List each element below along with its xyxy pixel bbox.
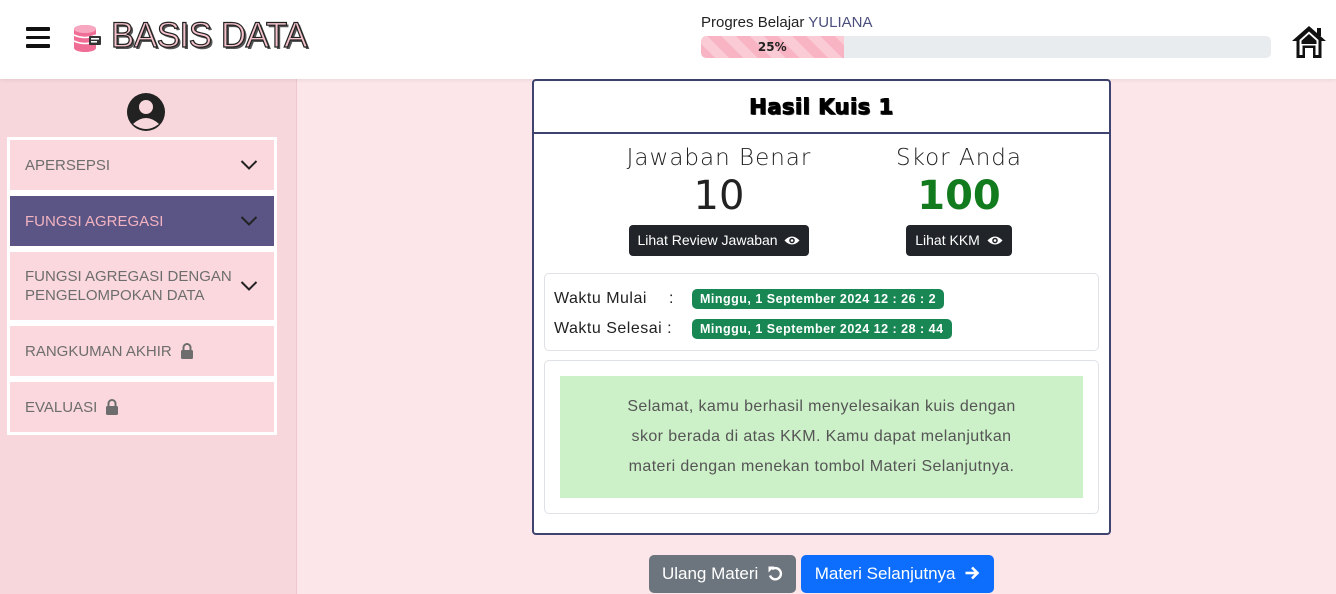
progress-fill: 25% [701, 36, 844, 58]
eye-icon [784, 236, 800, 245]
brand-title: BASIS DATA [110, 15, 308, 55]
rotate-left-icon [768, 566, 783, 581]
score-stat: Skor Anda 100 Lihat KKM [849, 143, 1069, 256]
end-time-label: Waktu Selesai : [554, 320, 673, 337]
user-avatar-icon[interactable] [126, 92, 166, 132]
lock-icon [106, 399, 119, 415]
score-label: Skor Anda [896, 145, 1022, 171]
user-name: YULIANA [808, 14, 873, 31]
score-value: 100 [917, 173, 1001, 219]
sidebar-item-rangkuman-akhir[interactable]: RANGKUMAN AKHIR [10, 326, 274, 376]
progress-bar: 25% [701, 36, 1271, 58]
lock-icon [180, 343, 193, 359]
sidebar-item-fungsi-agregasi-pengelompokan[interactable]: FUNGSI AGREGASI DENGAN PENGELOMPOKAN DAT… [10, 252, 274, 320]
sidebar: APERSEPSI FUNGSI AGREGASI FUNGSI AGREGAS… [0, 79, 297, 594]
sidebar-item-apersepsi[interactable]: APERSEPSI [10, 140, 274, 190]
view-kkm-label: Lihat KKM [915, 232, 980, 248]
repeat-material-button[interactable]: Ulang Materi [649, 555, 796, 593]
start-time-badge: Minggu, 1 September 2024 12 : 26 : 2 [692, 289, 945, 309]
quiz-result-card: Hasil Kuis 1 Jawaban Benar 10 Lihat Revi… [532, 79, 1111, 535]
sidebar-item-fungsi-agregasi[interactable]: FUNGSI AGREGASI [10, 196, 274, 246]
eye-icon [987, 236, 1003, 245]
next-material-button[interactable]: Materi Selanjutnya [801, 555, 994, 593]
message-line: materi dengan menekan tombol Materi Sela… [628, 458, 1015, 475]
review-answers-button[interactable]: Lihat Review Jawaban [628, 225, 810, 256]
chevron-down-icon [240, 160, 258, 170]
end-time-row: Waktu Selesai : Minggu, 1 September 2024… [554, 314, 1089, 344]
message-line: skor berada di atas KKM. Kamu dapat mela… [631, 428, 1012, 445]
sidebar-item-label: FUNGSI AGREGASI DENGAN PENGELOMPOKAN DAT… [25, 268, 232, 304]
chevron-down-icon [240, 281, 258, 291]
repeat-material-label: Ulang Materi [661, 564, 759, 583]
progress-caption: Progres Belajar [701, 14, 805, 31]
home-icon[interactable] [1290, 24, 1328, 60]
next-material-label: Materi Selanjutnya [814, 564, 956, 583]
hamburger-menu-icon[interactable] [26, 27, 50, 49]
correct-answers-stat: Jawaban Benar 10 Lihat Review Jawaban [609, 143, 829, 256]
arrow-right-icon [965, 566, 980, 580]
database-logo-icon [73, 25, 101, 52]
sidebar-item-label: EVALUASI [25, 398, 98, 416]
start-time-row: Waktu Mulai: Minggu, 1 September 2024 12… [554, 284, 1089, 314]
correct-answers-label: Jawaban Benar [626, 145, 812, 171]
sidebar-item-label: APERSEPSI [25, 156, 111, 174]
start-time-label: Waktu Mulai: [554, 290, 674, 307]
correct-answers-value: 10 [693, 173, 745, 219]
sidebar-item-evaluasi[interactable]: EVALUASI [10, 382, 274, 432]
message-box: Selamat, kamu berhasil menyelesaikan kui… [544, 360, 1099, 514]
page-title: Hasil Kuis 1 [749, 94, 894, 119]
progress-label: Progres Belajar YULIANA [701, 14, 873, 31]
chevron-down-icon [240, 216, 258, 226]
sidebar-item-label: FUNGSI AGREGASI [25, 212, 164, 230]
card-header: Hasil Kuis 1 [534, 81, 1109, 134]
review-answers-label: Lihat Review Jawaban [637, 232, 778, 248]
sidebar-menu: APERSEPSI FUNGSI AGREGASI FUNGSI AGREGAS… [7, 137, 277, 435]
end-time-badge: Minggu, 1 September 2024 12 : 28 : 44 [692, 319, 952, 339]
sidebar-item-label: RANGKUMAN AKHIR [25, 342, 172, 360]
top-header: BASIS DATA Progres Belajar YULIANA 25% [0, 0, 1336, 79]
message-line: Selamat, kamu berhasil menyelesaikan kui… [627, 398, 1016, 415]
success-message: Selamat, kamu berhasil menyelesaikan kui… [560, 376, 1083, 498]
time-info-box: Waktu Mulai: Minggu, 1 September 2024 12… [544, 273, 1099, 351]
view-kkm-button[interactable]: Lihat KKM [906, 225, 1012, 256]
